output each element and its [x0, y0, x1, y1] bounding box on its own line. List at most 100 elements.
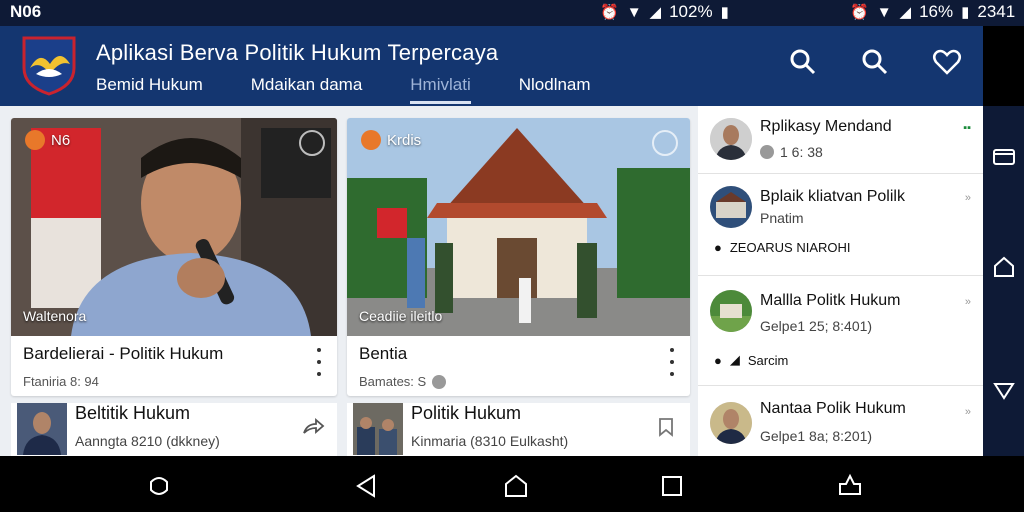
more-options-icon[interactable] — [313, 348, 325, 376]
app-title: Aplikasi Berva Politik Hukum Terpercaya — [96, 40, 499, 65]
verified-icon — [432, 374, 447, 389]
tab-nlodlnam[interactable]: Nlodlnam — [519, 75, 591, 104]
side-item-meta: Gelpe1 25; 8:401) — [760, 318, 873, 334]
side-item-title: Mallla Politk Hukum — [760, 292, 901, 309]
signal-icon: ◢ — [649, 4, 662, 21]
side-item-extra-text: Sarcim — [747, 352, 789, 368]
side-item-meta-text: 1 6: 38 — [780, 144, 823, 160]
chevron-icon[interactable]: » — [965, 296, 971, 308]
alarm-icon: ⏰ — [850, 4, 869, 21]
bottom-navigation-bar — [0, 456, 1024, 512]
screenshot-icon[interactable] — [836, 472, 864, 500]
category-icon — [361, 130, 381, 150]
card-meta: Ftaniria 8: 94 — [23, 374, 99, 389]
wifi-icon: ▼ — [876, 3, 892, 21]
alarm-icon: ⏰ — [600, 4, 619, 21]
card-title[interactable]: Bardelierai - Politik Hukum — [23, 344, 223, 364]
thumbnail-image — [17, 403, 67, 455]
recent-apps-icon[interactable] — [991, 144, 1017, 170]
side-list-item[interactable]: Bplaik kliatvan Polilk Pnatim ● ZEOARUS … — [698, 174, 983, 276]
card-meta-text: Bamates: S — [359, 374, 427, 389]
side-item-meta: 1 6: 38 — [760, 144, 823, 160]
chevron-icon[interactable]: » — [965, 192, 971, 204]
side-list-item[interactable]: Nantaa Polik Hukum Gelpe1 8a; 8:201) » — [698, 386, 983, 456]
app-bar: Aplikasi Berva Politik Hukum Terpercaya … — [0, 26, 983, 106]
back-icon[interactable] — [991, 378, 1017, 404]
side-item-extra-text: ZEOARUS NIAROHI — [729, 240, 851, 255]
status-indicators-left: ⏰ ▼ ◢ 102% ▮ — [600, 2, 729, 22]
side-item-title: Rplikasy Mendand — [760, 118, 892, 135]
category-badge: Krdis — [361, 130, 421, 150]
verified-icon — [760, 145, 774, 159]
avatar — [710, 186, 752, 228]
news-image[interactable]: Krdis Ceadiie ileitlo — [347, 118, 690, 336]
signal-icon: ◢ — [899, 4, 912, 21]
category-icon — [25, 130, 45, 150]
status-carrier-text: N06 — [10, 2, 42, 21]
thumbnail-image — [353, 403, 403, 455]
wifi-icon: ▼ — [626, 3, 642, 21]
signal-icon: ◢ — [729, 352, 740, 367]
battery-percent-text: 16% — [919, 2, 954, 21]
side-item-meta: Gelpe1 8a; 8:201) — [760, 428, 873, 444]
status-indicators-right: ⏰ ▼ ◢ 16% ▮ 2341 — [850, 2, 1015, 22]
battery-icon: ▮ — [961, 4, 970, 21]
nav-tabs: Bemid Hukum Mdaikan dama Hmivlati Nlodln… — [96, 75, 639, 104]
back-icon[interactable] — [352, 472, 380, 500]
heart-icon[interactable] — [931, 46, 963, 78]
list-item[interactable]: Beltitik Hukum Aanngta 8210 (dkkney) — [11, 403, 337, 456]
category-badge: N6 — [25, 130, 70, 150]
device-screen: N06 ⏰ ▼ ◢ 102% ▮ ⏰ ▼ ◢ 16% ▮ 2341 Aplika… — [0, 0, 1024, 512]
content-area: N6 Waltenora Bardelierai - Politik Hukum… — [0, 106, 983, 456]
search-icon[interactable] — [859, 46, 891, 78]
home-icon[interactable] — [991, 254, 1017, 280]
tab-bemid-hukum[interactable]: Bemid Hukum — [96, 75, 203, 104]
bookmark-icon[interactable] — [654, 415, 678, 439]
side-item-extra: ● ◢ Sarcim — [714, 352, 788, 368]
recent-apps-icon[interactable] — [658, 472, 686, 500]
live-indicator-icon: ▪▪ — [963, 122, 971, 134]
avatar — [710, 402, 752, 444]
rotate-icon[interactable] — [145, 472, 173, 500]
home-icon[interactable] — [502, 472, 530, 500]
category-badge-label: Krdis — [387, 131, 422, 149]
battery-icon: ▮ — [720, 4, 729, 21]
card-meta: Bamates: S — [359, 374, 447, 389]
side-item-title: Bplaik kliatvan Polilk — [760, 188, 905, 205]
battery-percent-text: 102% — [669, 2, 713, 21]
side-list-item[interactable]: Rplikasy Mendand 1 6: 38 ▪▪ — [698, 106, 983, 174]
clock-text: 2341 — [977, 2, 1016, 21]
app-bar-actions — [787, 46, 963, 78]
side-news-list: Rplikasy Mendand 1 6: 38 ▪▪ Bplaik kliat… — [698, 106, 983, 456]
avatar — [710, 290, 752, 332]
search-icon[interactable] — [787, 46, 819, 78]
card-title[interactable]: Bentia — [359, 344, 407, 364]
list-item-meta: Kinmaria (8310 Eulkasht) — [411, 433, 569, 449]
location-pin-icon: ● — [714, 240, 722, 255]
chevron-icon[interactable]: » — [965, 406, 971, 418]
list-item-title: Beltitik Hukum — [75, 403, 191, 423]
avatar — [710, 118, 752, 160]
list-item-title: Politik Hukum — [411, 403, 522, 423]
side-item-extra: ● ZEOARUS NIAROHI — [714, 240, 850, 255]
system-side-rail — [983, 106, 1024, 456]
refresh-icon[interactable] — [299, 130, 325, 156]
news-card[interactable]: N6 Waltenora Bardelierai - Politik Hukum… — [11, 118, 337, 396]
app-logo-icon[interactable] — [20, 34, 78, 96]
list-item[interactable]: Politik Hukum Kinmaria (8310 Eulkasht) — [347, 403, 690, 456]
status-bar: N06 ⏰ ▼ ◢ 102% ▮ ⏰ ▼ ◢ 16% ▮ 2341 — [0, 0, 1024, 26]
news-card[interactable]: Krdis Ceadiie ileitlo Bentia Bamates: S — [347, 118, 690, 396]
news-image[interactable]: N6 Waltenora — [11, 118, 337, 336]
image-caption: Ceadiie ileitlo — [359, 308, 443, 324]
image-caption: Waltenora — [23, 308, 87, 324]
share-icon[interactable] — [301, 415, 325, 439]
location-pin-icon: ● — [714, 352, 722, 368]
list-item-meta: Aanngta 8210 (dkkney) — [75, 433, 220, 449]
more-options-icon[interactable] — [666, 348, 678, 376]
tab-mdaikan-dama[interactable]: Mdaikan dama — [251, 75, 363, 104]
tab-hmivlati[interactable]: Hmivlati — [410, 75, 471, 104]
side-item-meta: Pnatim — [760, 210, 804, 226]
side-item-title: Nantaa Polik Hukum — [760, 400, 906, 417]
refresh-icon[interactable] — [652, 130, 678, 156]
side-list-item[interactable]: Mallla Politk Hukum Gelpe1 25; 8:401) ● … — [698, 276, 983, 386]
